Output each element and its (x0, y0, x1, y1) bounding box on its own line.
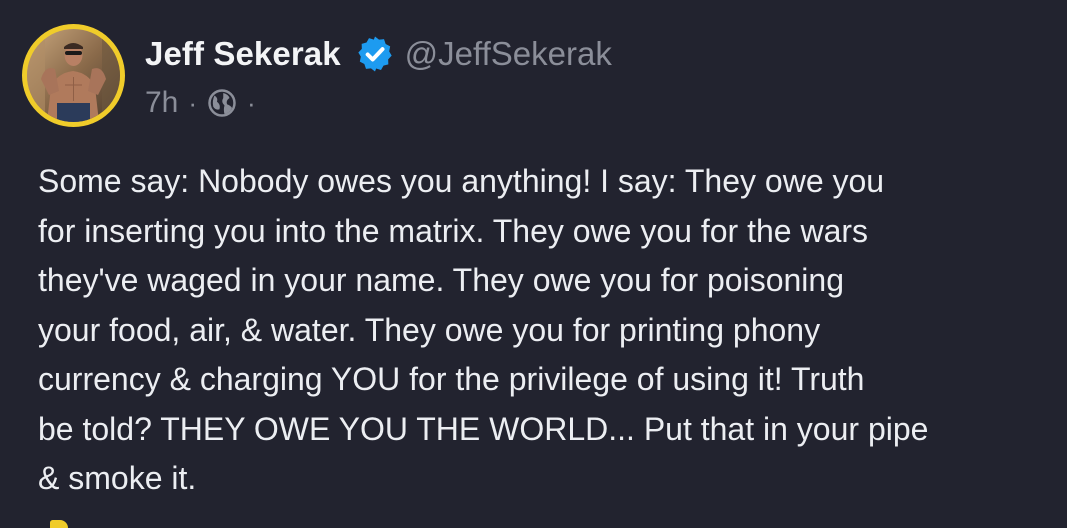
post-line: for inserting you into the matrix. They … (38, 212, 869, 249)
author-row: Jeff Sekerak @JeffSekerak (145, 30, 612, 78)
post-line: currency & charging YOU for the privileg… (38, 361, 865, 397)
meta-separator: · (188, 87, 198, 118)
post-line: Some say: Nobody owes you anything! I sa… (38, 163, 885, 199)
meta-trailing-separator: · (247, 87, 256, 118)
avatar-photo (27, 29, 120, 122)
post-line: they've waged in your name. They owe you… (38, 262, 844, 298)
reaction-icon (50, 520, 68, 528)
post-meta: 7h · · (145, 84, 266, 122)
avatar[interactable] (22, 24, 125, 127)
post-line: & smoke it. (38, 460, 197, 496)
author-display-name[interactable]: Jeff Sekerak (145, 35, 341, 73)
globe-icon (208, 89, 236, 117)
post-line: your food, air, & water. They owe you fo… (38, 311, 821, 348)
author-handle[interactable]: @JeffSekerak (405, 35, 612, 73)
post-body: Some say: Nobody owes you anything! I sa… (38, 157, 1038, 504)
post-line: be told? THEY OWE YOU THE WORLD... Put t… (38, 410, 929, 447)
social-post: Jeff Sekerak @JeffSekerak 7h · · Some sa… (0, 0, 1067, 528)
verified-badge-icon (358, 36, 392, 72)
post-timestamp[interactable]: 7h (145, 86, 178, 120)
